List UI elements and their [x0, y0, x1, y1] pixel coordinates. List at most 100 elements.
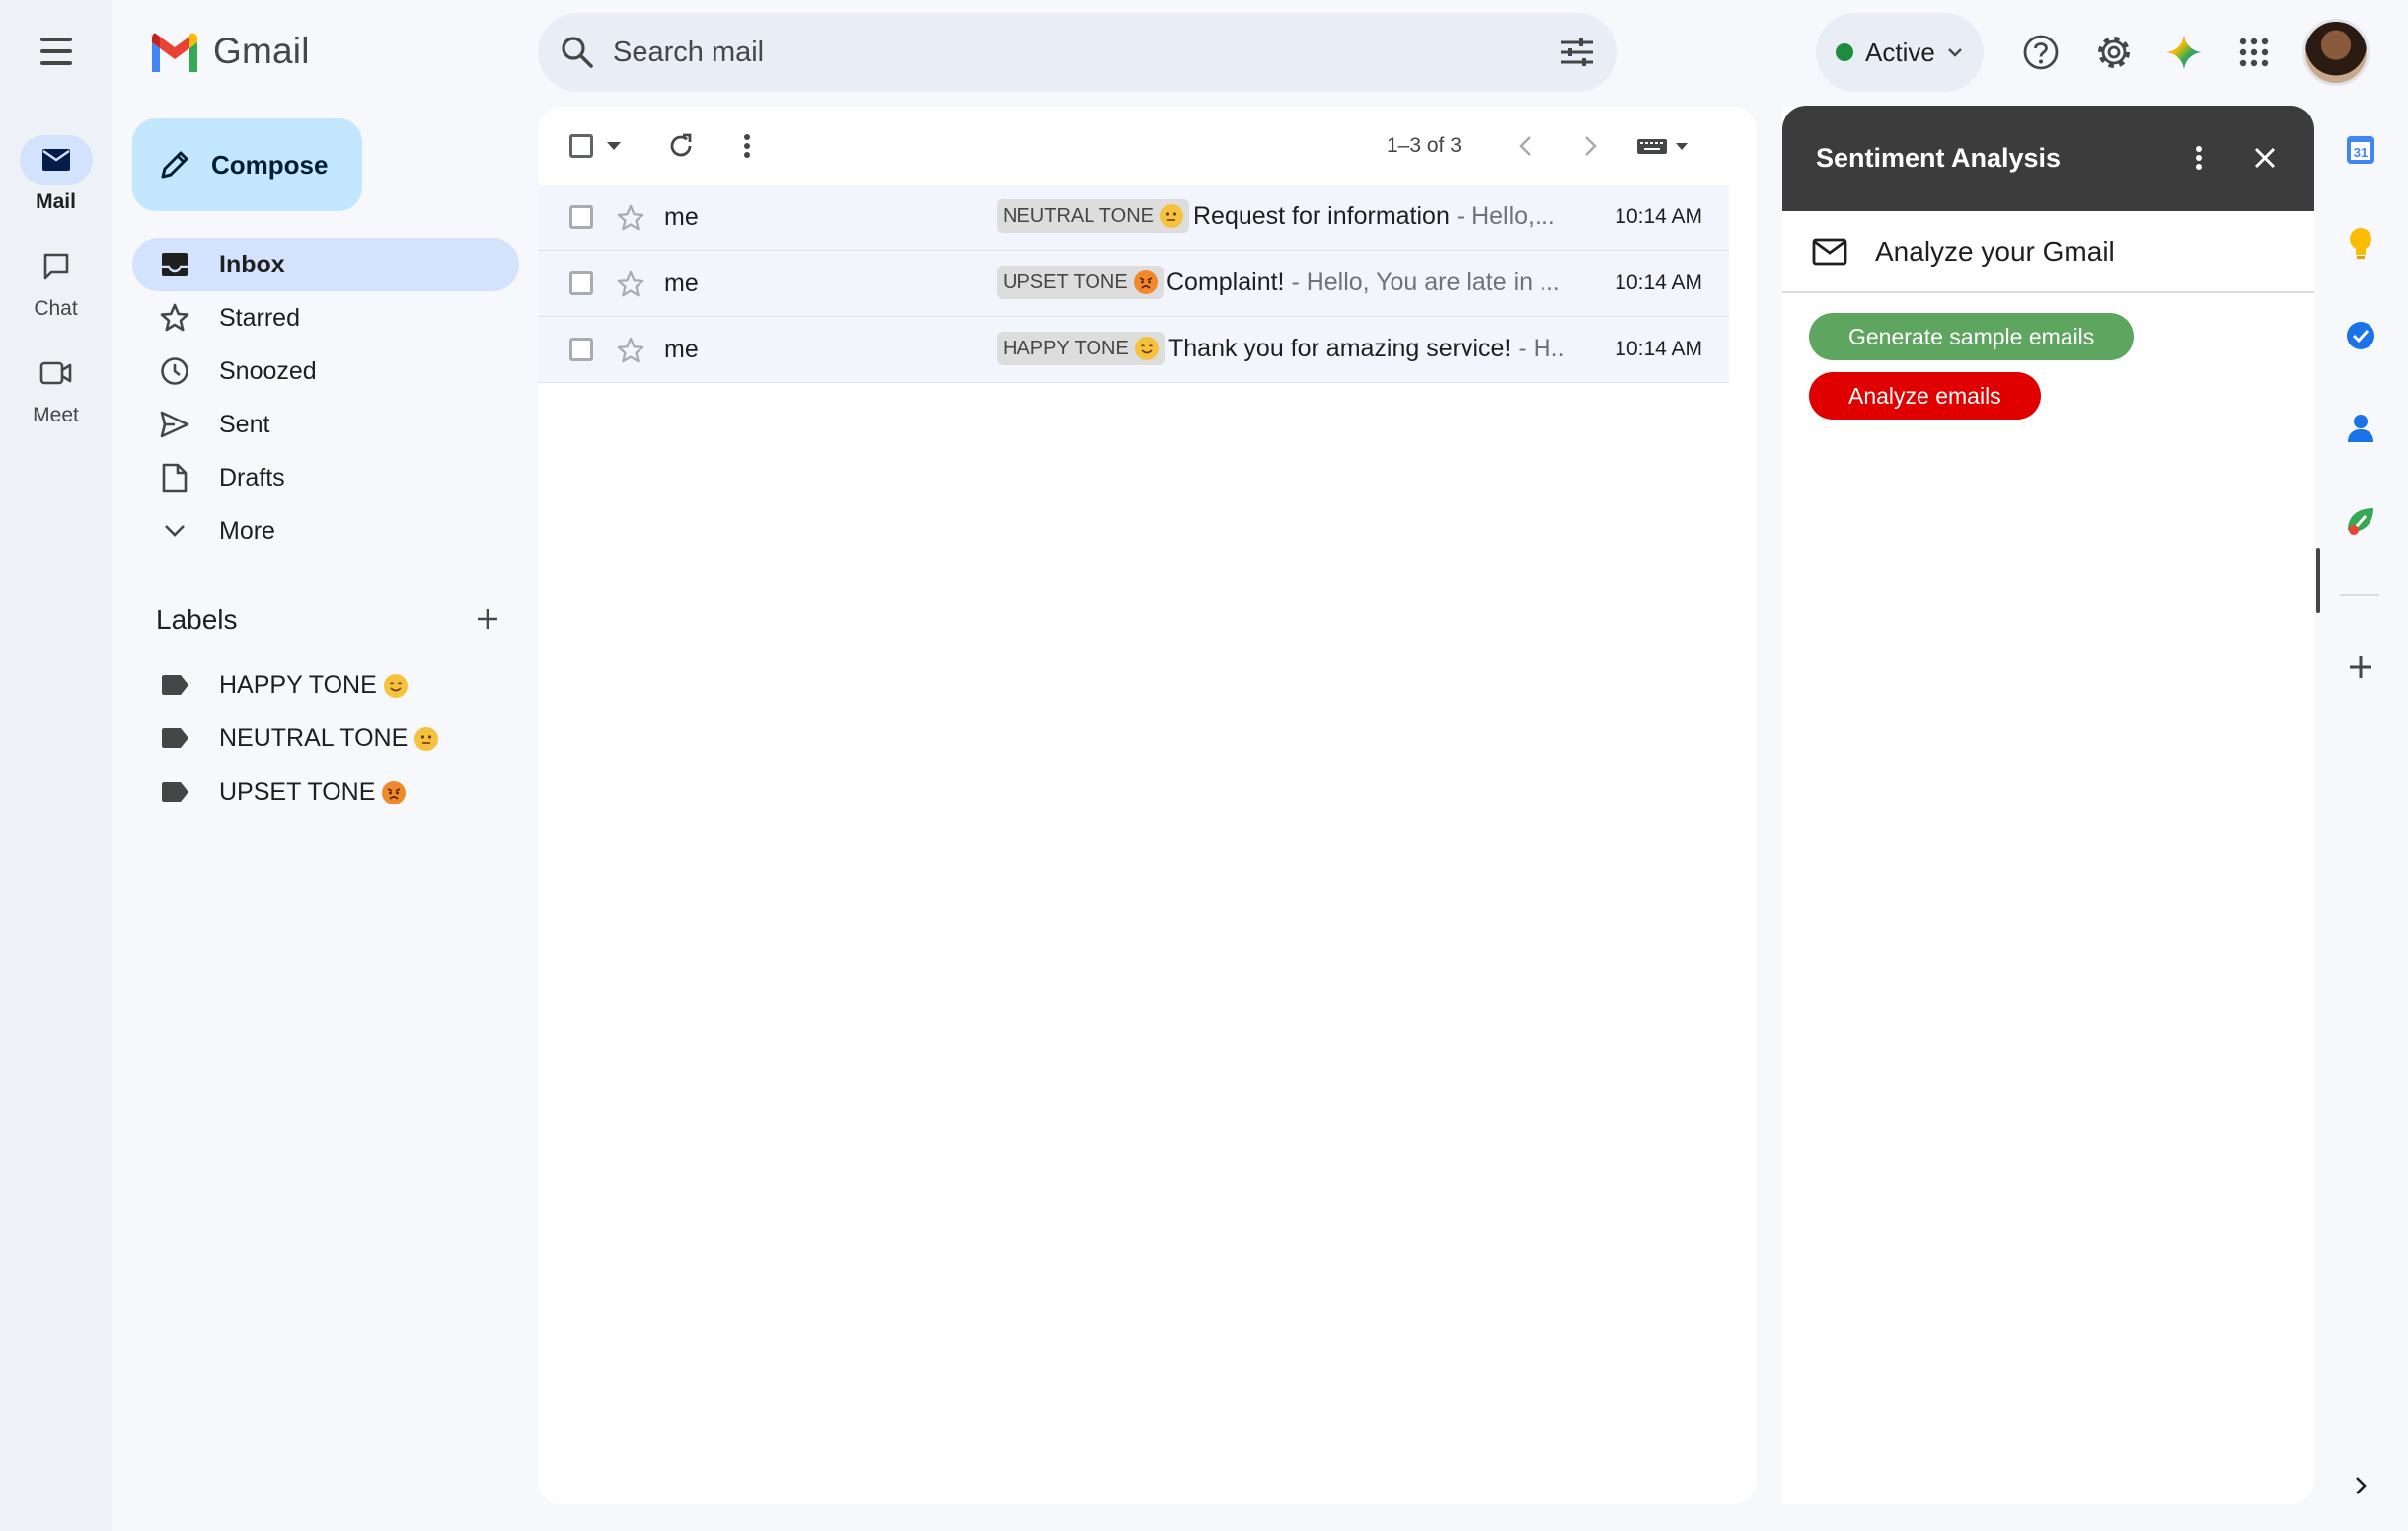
chevron-down-icon [1947, 48, 1962, 57]
search-options-icon[interactable] [1559, 37, 1595, 68]
input-tools-button[interactable] [1633, 123, 1696, 169]
row-time: 10:14 AM [1615, 205, 1702, 228]
search-input[interactable] [613, 36, 1559, 69]
row-label-text: UPSET TONE [1003, 270, 1128, 293]
nav-item-snoozed[interactable]: Snoozed [132, 344, 519, 398]
nav-label-drafts: Drafts [219, 463, 285, 492]
email-row[interactable]: me UPSET TONE Complaint! - Hello, You ar… [538, 251, 1729, 317]
smiling-face-icon [383, 673, 408, 698]
row-star-button[interactable] [614, 334, 647, 367]
nav-label-inbox: Inbox [219, 250, 285, 278]
pencil-icon [161, 151, 188, 179]
gmail-logo[interactable]: Gmail [148, 28, 310, 75]
add-label-button[interactable] [470, 601, 505, 637]
nav-label-snoozed: Snoozed [219, 356, 317, 385]
row-label-chip[interactable]: UPSET TONE [997, 266, 1164, 299]
email-row[interactable]: me NEUTRAL TONE Request for information … [538, 185, 1729, 251]
rail-item-meet[interactable]: Meet [0, 348, 112, 427]
email-row[interactable]: me HAPPY TONE Thank you for amazing serv… [538, 317, 1729, 383]
hide-side-panel-button[interactable] [2339, 1464, 2382, 1507]
chevron-right-icon [1585, 136, 1597, 156]
addon-more-button[interactable] [2175, 134, 2222, 182]
row-sender: me [664, 269, 699, 297]
row-subject: Thank you for amazing service! [1168, 335, 1512, 362]
row-star-button[interactable] [614, 268, 647, 301]
settings-button[interactable] [2089, 28, 2139, 77]
rail-item-mail[interactable]: Mail [0, 135, 112, 214]
nav-item-more[interactable]: More [132, 504, 519, 558]
help-button[interactable] [2016, 28, 2066, 77]
row-subject: Complaint! [1166, 268, 1285, 296]
plus-icon [478, 609, 497, 629]
contacts-app-button[interactable] [2339, 407, 2382, 450]
addon-close-button[interactable] [2241, 134, 2289, 182]
apps-grid-icon [2239, 38, 2269, 67]
addon-section-header: Analyze your Gmail [1782, 211, 2314, 293]
compose-button[interactable]: Compose [132, 118, 362, 211]
row-star-button[interactable] [614, 201, 647, 235]
status-label: Active [1865, 37, 1935, 67]
calendar-icon: 31 [2347, 136, 2374, 164]
caret-down-icon [607, 142, 621, 150]
mail-outline-icon [1812, 238, 1847, 265]
nav-item-inbox[interactable]: Inbox [132, 238, 519, 291]
keep-bulb-icon [2350, 228, 2371, 259]
label-item-happy[interactable]: HAPPY TONE [132, 661, 519, 709]
neutral-face-icon [414, 727, 439, 751]
analyze-emails-button[interactable]: Analyze emails [1809, 372, 2041, 420]
keep-app-button[interactable] [2339, 221, 2382, 265]
label-text-upset: UPSET TONE [219, 777, 376, 805]
row-label-chip[interactable]: HAPPY TONE [997, 332, 1165, 365]
generate-sample-emails-button[interactable]: Generate sample emails [1809, 313, 2135, 360]
select-dropdown-button[interactable] [596, 123, 632, 169]
main-menu-button[interactable] [31, 30, 82, 73]
nav-item-drafts[interactable]: Drafts [132, 451, 519, 504]
row-checkbox[interactable] [569, 205, 593, 229]
addon-app-button[interactable] [2339, 499, 2382, 543]
calendar-app-button[interactable]: 31 [2339, 128, 2382, 172]
avatar[interactable] [2302, 19, 2370, 86]
side-rail-divider [2340, 594, 2379, 596]
active-addon-indicator [2316, 548, 2320, 613]
get-addons-button[interactable] [2339, 646, 2382, 689]
nav-item-sent[interactable]: Sent [132, 398, 519, 451]
apps-button[interactable] [2229, 28, 2279, 77]
status-toggle[interactable]: Active [1816, 13, 1984, 92]
chevron-left-icon [1519, 136, 1531, 156]
nav-label-sent: Sent [219, 410, 270, 438]
more-vert-icon [744, 134, 750, 158]
status-dot [1836, 43, 1853, 61]
label-text-neutral: NEUTRAL TONE [219, 724, 409, 752]
more-actions-button[interactable] [724, 123, 770, 169]
draft-icon [162, 463, 188, 493]
search-icon[interactable] [560, 35, 595, 70]
refresh-button[interactable] [658, 123, 704, 169]
nav-item-starred[interactable]: Starred [132, 291, 519, 344]
label-tag-icon [162, 782, 188, 802]
row-checkbox[interactable] [569, 271, 593, 295]
row-sender: me [664, 203, 699, 231]
row-checkbox[interactable] [569, 338, 593, 361]
keyboard-icon [1637, 139, 1688, 154]
calendar-day-text: 31 [2354, 145, 2368, 160]
rail-item-chat[interactable]: Chat [0, 242, 112, 321]
tasks-check-icon [2347, 322, 2374, 349]
mail-icon [41, 149, 70, 171]
tasks-app-button[interactable] [2339, 314, 2382, 357]
plus-icon [2350, 656, 2371, 678]
label-item-neutral[interactable]: NEUTRAL TONE [132, 715, 519, 762]
label-item-upset[interactable]: UPSET TONE [132, 768, 519, 815]
rail-label-mail: Mail [36, 191, 76, 213]
row-label-chip[interactable]: NEUTRAL TONE [997, 199, 1189, 233]
search-bar[interactable] [538, 13, 1617, 92]
contacts-person-icon [2348, 415, 2373, 442]
gemini-button[interactable] [2159, 28, 2209, 77]
nav-label-starred: Starred [219, 303, 300, 332]
prev-page-button[interactable] [1502, 123, 1547, 169]
label-tag-icon [162, 675, 188, 695]
gemini-sparkle-icon [2166, 35, 2202, 70]
chevron-down-icon [165, 525, 185, 537]
labels-heading: Labels [156, 604, 238, 635]
next-page-button[interactable] [1568, 123, 1614, 169]
gmail-m-icon [152, 33, 197, 72]
